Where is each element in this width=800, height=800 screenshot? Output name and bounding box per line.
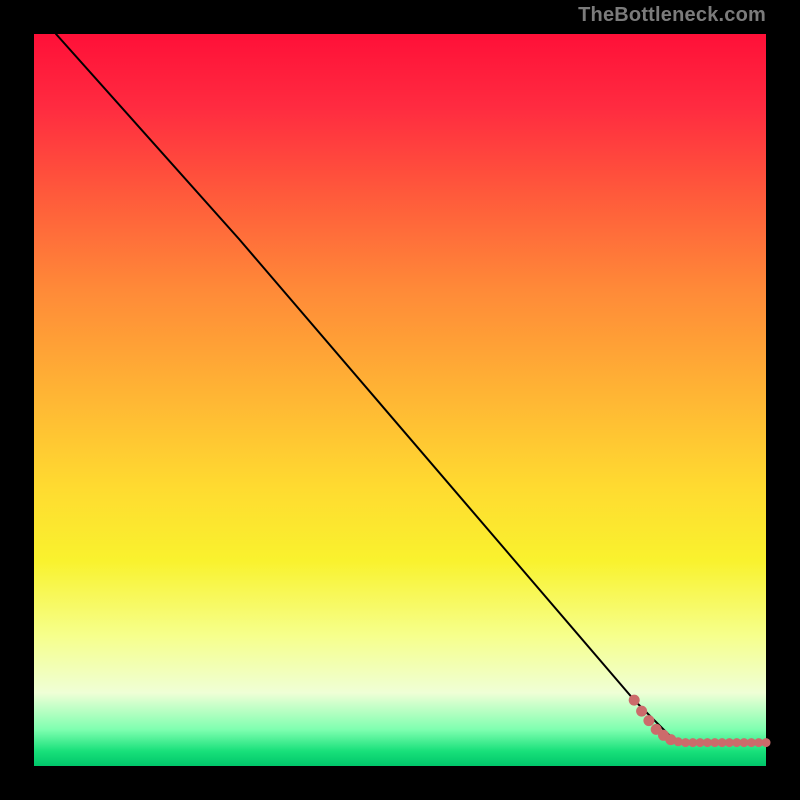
chart-overlay: [0, 0, 800, 800]
curve-line: [56, 34, 671, 737]
chart-frame: TheBottleneck.com: [0, 0, 800, 800]
marker-dot: [643, 715, 654, 726]
marker-dot: [762, 738, 771, 747]
marker-dots: [629, 695, 771, 748]
marker-dot: [636, 706, 647, 717]
marker-dot: [629, 695, 640, 706]
